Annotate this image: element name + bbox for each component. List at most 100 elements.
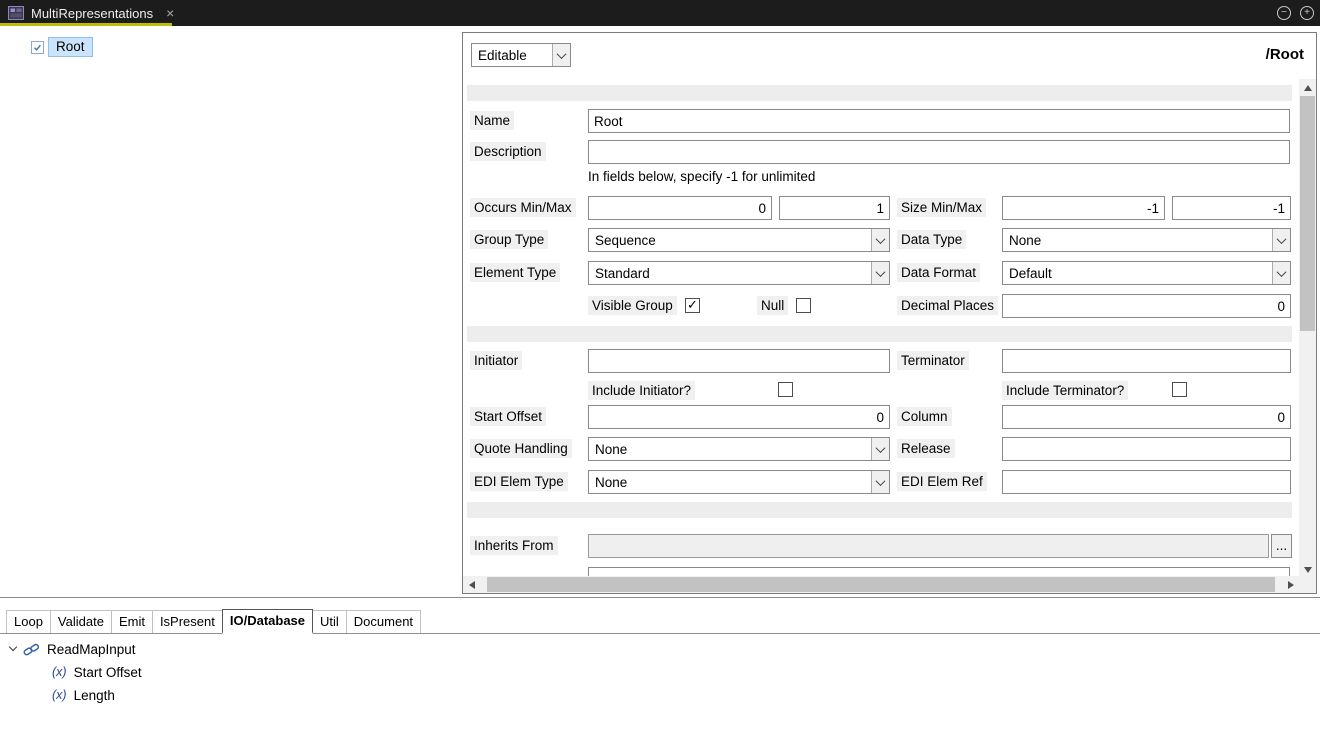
main-area: Root Editable /Root Name Description In … (0, 26, 1320, 598)
breadcrumb-path: /Root (1266, 46, 1304, 63)
name-input[interactable] (588, 109, 1290, 133)
mode-select-value: Editable (472, 44, 552, 66)
variable-icon: (x) (52, 688, 67, 702)
decimal-places-input[interactable] (1002, 294, 1291, 318)
element-type-label: Element Type (470, 263, 560, 282)
data-format-label: Data Format (897, 263, 980, 282)
chevron-down-icon[interactable] (871, 438, 889, 460)
visible-group-label: Visible Group (588, 296, 677, 315)
chevron-down-icon[interactable] (1272, 262, 1290, 284)
chevron-down-icon[interactable] (871, 229, 889, 251)
edi-elem-ref-label: EDI Elem Ref (897, 472, 987, 491)
rules-tabstrip: Loop Validate Emit IsPresent IO/Database… (0, 609, 1320, 634)
partial-next-input[interactable] (588, 567, 1290, 576)
start-offset-label: Start Offset (470, 407, 546, 426)
tab-emit[interactable]: Emit (111, 610, 153, 633)
tree-item-start-offset-label: Start Offset (74, 665, 142, 680)
app-icon (8, 6, 24, 20)
tree-item-readmapinput-label: ReadMapInput (47, 642, 136, 657)
tree-item-readmapinput[interactable]: ReadMapInput (10, 639, 136, 659)
initiator-label: Initiator (470, 351, 522, 370)
section-divider (467, 85, 1292, 101)
vertical-scrollbar-thumb[interactable] (1300, 96, 1315, 331)
inherits-from-input (588, 534, 1269, 558)
edi-elem-ref-input[interactable] (1002, 470, 1291, 494)
size-min-input[interactable] (1002, 196, 1165, 220)
chevron-down-icon[interactable] (1272, 229, 1290, 251)
link-icon (23, 642, 40, 657)
scroll-left-icon[interactable] (463, 576, 480, 593)
initiator-input[interactable] (588, 349, 890, 373)
tab-document[interactable]: Document (346, 610, 421, 633)
element-type-value: Standard (589, 262, 871, 284)
horizontal-scrollbar-thumb[interactable] (487, 577, 1275, 592)
terminator-label: Terminator (897, 351, 969, 370)
name-label: Name (470, 111, 514, 130)
terminator-input[interactable] (1002, 349, 1291, 373)
chevron-expanded-icon[interactable] (9, 643, 17, 651)
tab-loop[interactable]: Loop (6, 610, 51, 633)
column-input[interactable] (1002, 405, 1291, 429)
chevron-down-icon[interactable] (871, 471, 889, 493)
tab-util[interactable]: Util (312, 610, 347, 633)
schema-tree-panel: Root (0, 26, 461, 597)
circle-plus-icon[interactable]: + (1300, 6, 1314, 20)
vertical-scrollbar[interactable] (1299, 79, 1316, 578)
inherits-from-browse-button[interactable]: ... (1271, 534, 1292, 558)
tab-close-icon[interactable]: × (166, 5, 174, 21)
start-offset-input[interactable] (588, 405, 890, 429)
data-format-select[interactable]: Default (1002, 261, 1291, 285)
group-type-select[interactable]: Sequence (588, 228, 890, 252)
size-minmax-label: Size Min/Max (897, 198, 986, 217)
tab-io-database[interactable]: IO/Database (222, 609, 313, 634)
tree-item-length[interactable]: (x) Length (52, 685, 115, 705)
data-type-select[interactable]: None (1002, 228, 1291, 252)
tree-item-start-offset[interactable]: (x) Start Offset (52, 662, 142, 682)
release-label: Release (897, 439, 955, 458)
include-initiator-checkbox[interactable] (778, 382, 793, 397)
occurs-max-input[interactable] (779, 196, 890, 220)
occurs-minmax-label: Occurs Min/Max (470, 198, 576, 217)
tab-ispresent[interactable]: IsPresent (152, 610, 223, 633)
scroll-up-icon[interactable] (1299, 79, 1316, 96)
edi-elem-type-select[interactable]: None (588, 470, 890, 494)
null-label: Null (757, 296, 788, 315)
include-terminator-checkbox[interactable] (1172, 382, 1187, 397)
quote-handling-label: Quote Handling (470, 439, 572, 458)
data-type-value: None (1003, 229, 1272, 251)
null-checkbox[interactable] (796, 298, 811, 313)
occurs-min-input[interactable] (588, 196, 772, 220)
release-input[interactable] (1002, 437, 1291, 461)
form-viewport: Name Description In fields below, specif… (463, 79, 1299, 576)
size-max-input[interactable] (1172, 196, 1291, 220)
chevron-down-icon[interactable] (871, 262, 889, 284)
decimal-places-label: Decimal Places (897, 296, 998, 315)
description-label: Description (470, 142, 546, 161)
circle-minus-icon[interactable]: − (1277, 6, 1291, 20)
tree-item-length-label: Length (74, 688, 115, 703)
horizontal-scrollbar[interactable] (463, 576, 1299, 593)
tree-item-root[interactable]: Root (30, 37, 93, 57)
tab-validate[interactable]: Validate (50, 610, 112, 633)
edi-elem-type-label: EDI Elem Type (470, 472, 568, 491)
include-terminator-label: Include Terminator? (1002, 381, 1128, 400)
variable-icon: (x) (52, 665, 67, 679)
include-initiator-label: Include Initiator? (588, 381, 695, 400)
scrollbar-corner (1299, 576, 1316, 593)
quote-handling-value: None (589, 438, 871, 460)
quote-handling-select[interactable]: None (588, 437, 890, 461)
data-type-label: Data Type (897, 230, 966, 249)
unlimited-hint: In fields below, specify -1 for unlimite… (588, 169, 815, 184)
mode-select[interactable]: Editable (471, 43, 571, 67)
visible-group-checkbox[interactable]: ✓ (685, 298, 700, 313)
minus-glyph: − (1281, 8, 1287, 18)
plus-glyph: + (1304, 8, 1310, 18)
rules-panel: Loop Validate Emit IsPresent IO/Database… (0, 598, 1320, 748)
root-node-icon (30, 40, 45, 55)
scroll-right-icon[interactable] (1282, 576, 1299, 593)
element-type-select[interactable]: Standard (588, 261, 890, 285)
chevron-down-icon[interactable] (552, 44, 570, 66)
description-input[interactable] (588, 140, 1290, 164)
edi-elem-type-value: None (589, 471, 871, 493)
group-type-value: Sequence (589, 229, 871, 251)
